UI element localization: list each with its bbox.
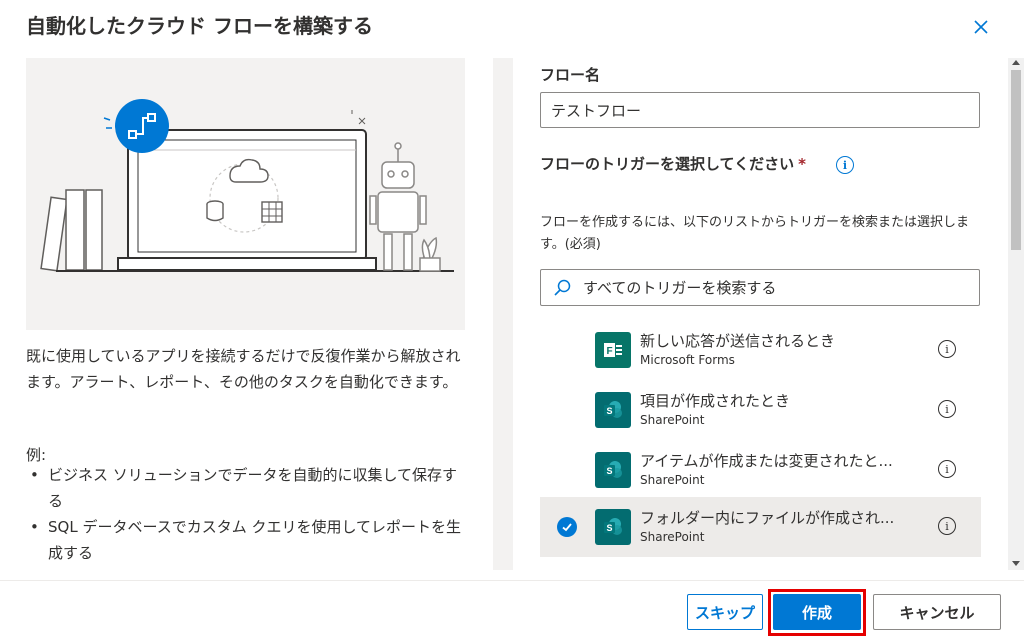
svg-text:S: S bbox=[607, 523, 613, 533]
create-button[interactable]: 作成 bbox=[773, 594, 861, 630]
trigger-search-input[interactable] bbox=[581, 277, 965, 298]
trigger-option[interactable]: S アイテムが作成または変更されたと... SharePoint i bbox=[540, 440, 981, 500]
scroll-down-icon[interactable] bbox=[1012, 561, 1020, 566]
svg-text:S: S bbox=[607, 406, 613, 416]
trigger-title: アイテムが作成または変更されたと... bbox=[640, 452, 893, 470]
skip-button[interactable]: スキップ bbox=[687, 594, 763, 630]
trigger-info-icon[interactable]: i bbox=[938, 517, 956, 535]
scrollbar[interactable] bbox=[1008, 58, 1024, 570]
info-icon[interactable]: i bbox=[836, 156, 854, 174]
trigger-label-text: フローのトリガーを選択してください bbox=[540, 155, 795, 173]
left-pane-scroll-gutter bbox=[493, 58, 513, 570]
trigger-source: SharePoint bbox=[640, 530, 705, 544]
required-marker: * bbox=[798, 155, 806, 173]
dialog-title: 自動化したクラウド フローを構築する bbox=[26, 14, 373, 38]
flow-name-input[interactable] bbox=[540, 92, 980, 128]
trigger-option[interactable]: F 新しい応答が送信されるとき Microsoft Forms i bbox=[540, 320, 981, 380]
sharepoint-icon: S bbox=[595, 392, 631, 428]
hero-illustration bbox=[26, 58, 465, 330]
trigger-title: フォルダー内にファイルが作成され... bbox=[640, 509, 895, 527]
trigger-list: F 新しい応答が送信されるとき Microsoft Forms i S 項目が作… bbox=[540, 317, 981, 570]
trigger-info-icon[interactable]: i bbox=[938, 340, 956, 358]
trigger-option[interactable]: S 項目が作成されたとき SharePoint i bbox=[540, 380, 981, 440]
trigger-title: 新しい応答が送信されるとき bbox=[640, 332, 836, 350]
example-item: ビジネス ソリューションでデータを自動的に収集して保存する bbox=[28, 462, 468, 514]
trigger-label: フローのトリガーを選択してください * bbox=[540, 153, 806, 174]
trigger-info-icon[interactable]: i bbox=[938, 400, 956, 418]
svg-text:S: S bbox=[607, 466, 613, 476]
close-button[interactable] bbox=[968, 14, 994, 40]
dialog-description: 既に使用しているアプリを接続するだけで反復作業から解放されます。アラート、レポー… bbox=[26, 347, 461, 391]
trigger-search-box[interactable] bbox=[540, 269, 980, 306]
scroll-thumb[interactable] bbox=[1011, 70, 1021, 250]
trigger-source: SharePoint bbox=[640, 473, 705, 487]
close-icon bbox=[974, 20, 988, 34]
example-item: SQL データベースでカスタム クエリを使用してレポートを生成する bbox=[28, 514, 468, 566]
sharepoint-icon: S bbox=[595, 452, 631, 488]
scroll-up-icon[interactable] bbox=[1012, 60, 1020, 65]
sharepoint-icon: S bbox=[595, 509, 631, 545]
search-icon bbox=[554, 279, 571, 296]
trigger-title: 項目が作成されたとき bbox=[640, 392, 791, 410]
flow-name-label: フロー名 bbox=[540, 66, 601, 84]
trigger-option-partial[interactable] bbox=[540, 560, 981, 570]
cancel-button[interactable]: キャンセル bbox=[873, 594, 1001, 630]
svg-text:F: F bbox=[607, 346, 613, 357]
trigger-info-icon[interactable]: i bbox=[938, 460, 956, 478]
forms-icon: F bbox=[595, 332, 631, 368]
footer-divider bbox=[0, 580, 1024, 581]
helper-text: フローを作成するには、以下のリストからトリガーを検索または選択します。(必須) bbox=[540, 215, 970, 252]
examples-list: ビジネス ソリューションでデータを自動的に収集して保存する SQL データベース… bbox=[28, 462, 468, 566]
trigger-option-selected[interactable]: S フォルダー内にファイルが作成され... SharePoint i bbox=[540, 497, 981, 557]
trigger-source: Microsoft Forms bbox=[640, 353, 735, 367]
check-icon bbox=[557, 517, 577, 537]
trigger-source: SharePoint bbox=[640, 413, 705, 427]
